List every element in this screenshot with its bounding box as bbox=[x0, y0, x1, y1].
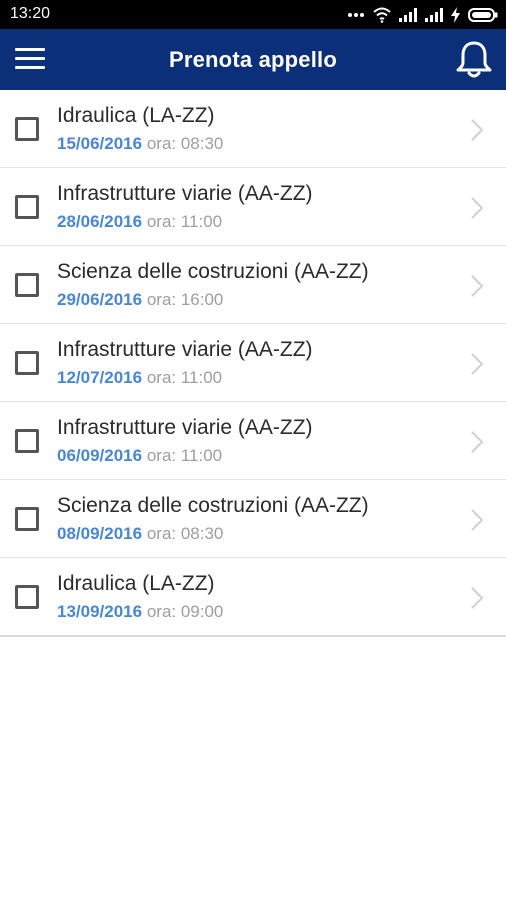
chevron-right-icon bbox=[471, 431, 484, 453]
list-item[interactable]: Scienza delle costruzioni (AA-ZZ) 29/06/2… bbox=[0, 246, 506, 324]
list-item[interactable]: Idraulica (LA-ZZ) 15/06/2016 ora: 08:30 bbox=[0, 90, 506, 168]
chevron-right-icon bbox=[471, 587, 484, 609]
exam-date: 12/07/2016 bbox=[57, 368, 143, 387]
exam-checkbox[interactable] bbox=[15, 507, 39, 531]
exam-schedule: 12/07/2016 ora: 11:00 bbox=[57, 368, 222, 388]
bell-icon[interactable] bbox=[454, 39, 494, 81]
course-name: Scienza delle costruzioni (AA-ZZ) bbox=[57, 260, 369, 283]
exam-schedule: 06/09/2016 ora: 11:00 bbox=[57, 446, 222, 466]
status-icons bbox=[347, 4, 498, 26]
list-item[interactable]: Infrastrutture viarie (AA-ZZ) 06/09/2016 … bbox=[0, 402, 506, 480]
exam-time: ora: 08:30 bbox=[146, 134, 224, 153]
exam-date: 29/06/2016 bbox=[57, 290, 143, 309]
course-name: Scienza delle costruzioni (AA-ZZ) bbox=[57, 494, 369, 517]
exam-time: ora: 16:00 bbox=[146, 290, 224, 309]
course-name: Idraulica (LA-ZZ) bbox=[57, 572, 215, 595]
chevron-right-icon bbox=[471, 197, 484, 219]
exam-checkbox[interactable] bbox=[15, 351, 39, 375]
exam-schedule: 15/06/2016 ora: 08:30 bbox=[57, 134, 223, 154]
exam-date: 06/09/2016 bbox=[57, 446, 143, 465]
chevron-right-icon bbox=[471, 119, 484, 141]
exam-schedule: 28/06/2016 ora: 11:00 bbox=[57, 212, 222, 232]
exam-schedule: 13/09/2016 ora: 09:00 bbox=[57, 602, 223, 622]
course-name: Infrastrutture viarie (AA-ZZ) bbox=[57, 416, 313, 439]
chevron-right-icon bbox=[471, 275, 484, 297]
list-item[interactable]: Infrastrutture viarie (AA-ZZ) 12/07/2016 … bbox=[0, 324, 506, 402]
exam-schedule: 29/06/2016 ora: 16:00 bbox=[57, 290, 223, 310]
chevron-right-icon bbox=[471, 353, 484, 375]
chevron-right-icon bbox=[471, 509, 484, 531]
exam-time: ora: 11:00 bbox=[146, 368, 223, 387]
course-name: Infrastrutture viarie (AA-ZZ) bbox=[57, 182, 313, 205]
exam-time: ora: 08:30 bbox=[146, 524, 224, 543]
exam-date: 15/06/2016 bbox=[57, 134, 143, 153]
list-item[interactable]: Idraulica (LA-ZZ) 13/09/2016 ora: 09:00 bbox=[0, 558, 506, 635]
list-item[interactable]: Infrastrutture viarie (AA-ZZ) 28/06/2016 … bbox=[0, 168, 506, 246]
exam-date: 28/06/2016 bbox=[57, 212, 143, 231]
more-dots-icon bbox=[348, 13, 364, 17]
exam-time: ora: 11:00 bbox=[146, 446, 223, 465]
course-name: Infrastrutture viarie (AA-ZZ) bbox=[57, 338, 313, 361]
battery-icon bbox=[468, 8, 498, 22]
exam-date: 08/09/2016 bbox=[57, 524, 143, 543]
wifi-icon bbox=[373, 7, 391, 23]
exam-date: 13/09/2016 bbox=[57, 602, 143, 621]
course-name: Idraulica (LA-ZZ) bbox=[57, 104, 215, 127]
exam-list: Idraulica (LA-ZZ) 15/06/2016 ora: 08:30 In… bbox=[0, 90, 506, 637]
list-item[interactable]: Scienza delle costruzioni (AA-ZZ) 08/09/2… bbox=[0, 480, 506, 558]
status-bar: 13:20 bbox=[0, 0, 506, 29]
status-time: 13:20 bbox=[10, 5, 51, 22]
exam-time: ora: 09:00 bbox=[146, 602, 224, 621]
signal-icon bbox=[425, 8, 443, 22]
exam-checkbox[interactable] bbox=[15, 273, 39, 297]
charging-icon bbox=[451, 7, 460, 23]
exam-checkbox[interactable] bbox=[15, 429, 39, 453]
exam-checkbox[interactable] bbox=[15, 585, 39, 609]
exam-time: ora: 11:00 bbox=[146, 212, 223, 231]
app-bar: Prenota appello bbox=[0, 29, 506, 90]
signal-icon bbox=[399, 8, 417, 22]
exam-checkbox[interactable] bbox=[15, 195, 39, 219]
exam-schedule: 08/09/2016 ora: 08:30 bbox=[57, 524, 223, 544]
page-title: Prenota appello bbox=[168, 47, 338, 72]
exam-checkbox[interactable] bbox=[15, 117, 39, 141]
